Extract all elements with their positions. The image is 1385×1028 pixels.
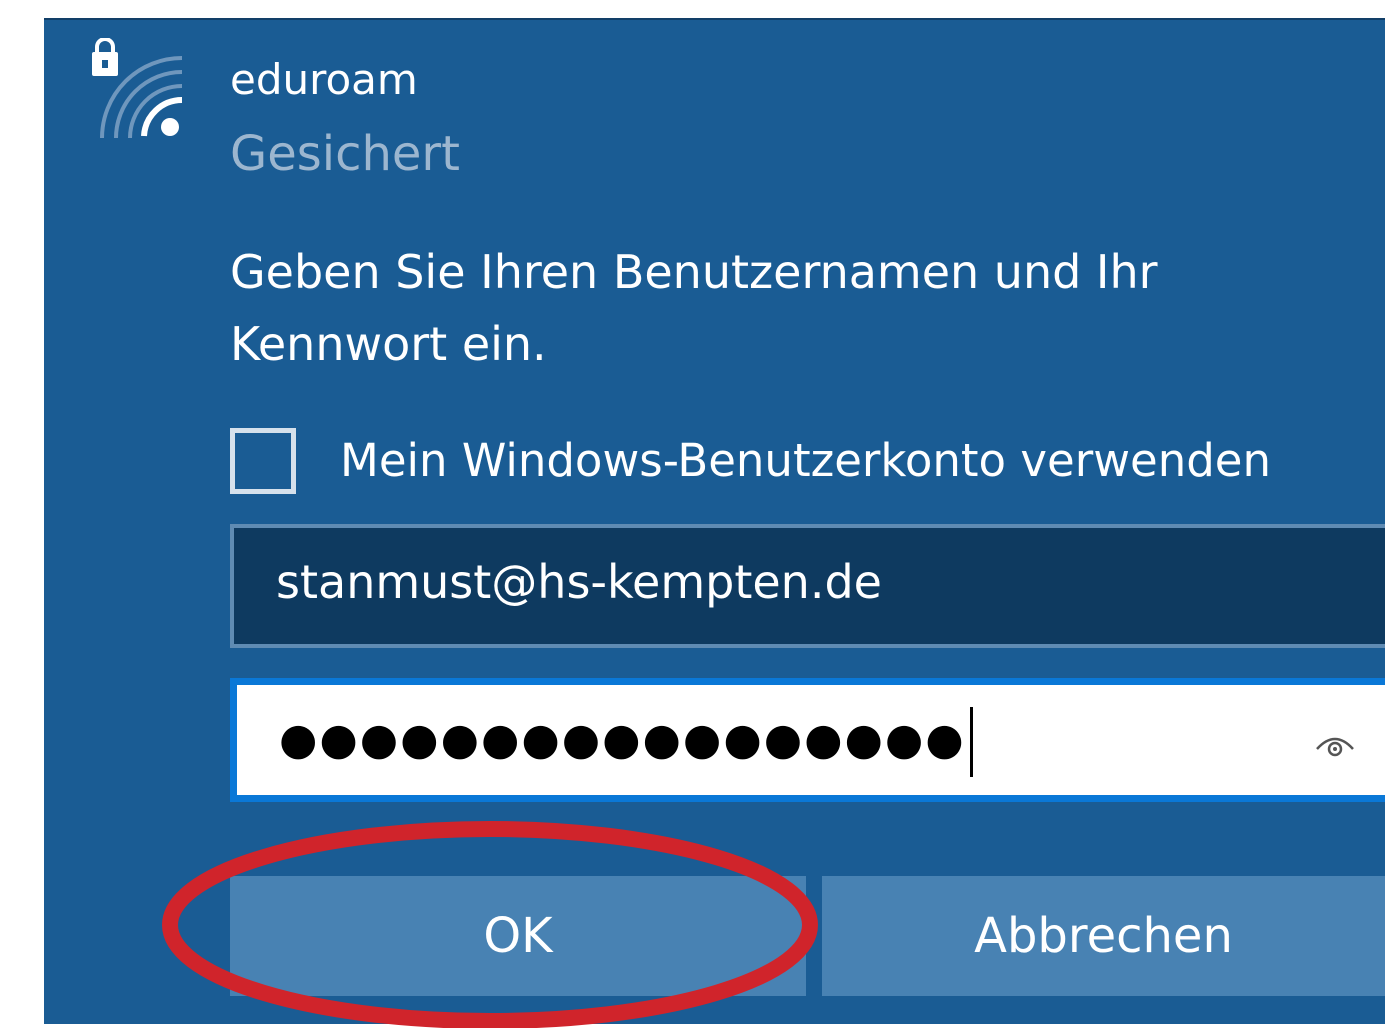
network-name: eduroam [230, 55, 418, 104]
network-status: Gesichert [230, 126, 460, 182]
password-mask: ●●●●●●●●●●●●●●●●● [279, 714, 966, 765]
ok-button[interactable]: OK [230, 876, 806, 996]
cancel-button[interactable]: Abbrechen [822, 876, 1385, 996]
text-caret [969, 707, 973, 777]
eye-icon[interactable] [1313, 725, 1357, 761]
credential-prompt: Geben Sie Ihren Benutzernamen und Ihr Ke… [230, 245, 1158, 371]
username-field[interactable]: stanmust@hs-kempten.de [230, 524, 1385, 648]
use-windows-account-label[interactable]: Mein Windows-Benutzerkonto verwenden [340, 428, 1271, 494]
username-value: stanmust@hs-kempten.de [276, 555, 882, 609]
password-value: ●●●●●●●●●●●●●●●●● [279, 707, 973, 777]
panel-top-edge [44, 18, 1385, 20]
use-windows-account-checkbox[interactable] [230, 428, 296, 494]
password-field[interactable]: ●●●●●●●●●●●●●●●●● [230, 678, 1385, 802]
wifi-secured-icon [92, 38, 183, 139]
